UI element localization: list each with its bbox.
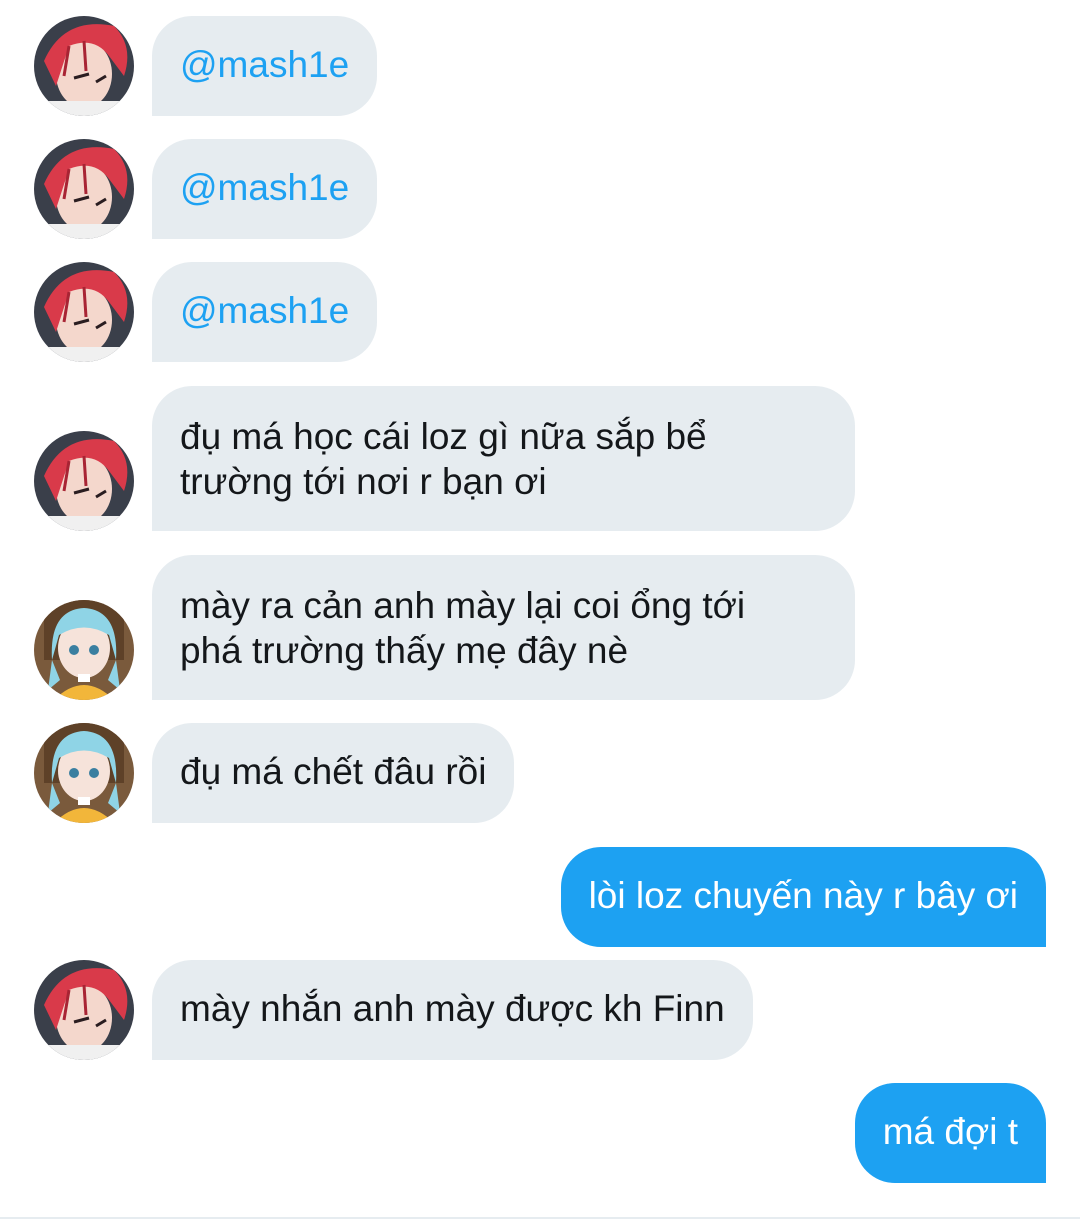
message-bubble[interactable]: @mash1e <box>152 262 378 362</box>
red-hair-avatar[interactable] <box>34 16 134 116</box>
red-hair-avatar[interactable] <box>34 262 134 362</box>
blue-hair-avatar-image <box>34 600 134 700</box>
red-hair-avatar[interactable] <box>34 431 134 531</box>
message-bubble[interactable]: mày nhắn anh mày được kh Finn <box>152 960 753 1060</box>
red-hair-avatar-image <box>34 431 134 531</box>
message-row: má đợi t <box>0 1083 1080 1183</box>
message-bubble-outgoing[interactable]: má đợi t <box>854 1083 1046 1183</box>
message-bubble[interactable]: @mash1e <box>152 16 378 116</box>
message-bubble[interactable]: đụ má học cái loz gì nữa sắp bể trường t… <box>152 386 855 531</box>
red-hair-avatar-image <box>34 139 134 239</box>
blue-hair-avatar[interactable] <box>34 723 134 823</box>
message-bubble-outgoing[interactable]: lòi loz chuyến này r bây ơi <box>560 847 1046 947</box>
message-row: @mash1e <box>0 139 1080 239</box>
message-row: @mash1e <box>0 262 1080 362</box>
message-row: mày nhắn anh mày được kh Finn <box>0 960 1080 1060</box>
message-row: đụ má học cái loz gì nữa sắp bể trường t… <box>0 386 1080 531</box>
blue-hair-avatar[interactable] <box>34 600 134 700</box>
red-hair-avatar[interactable] <box>34 139 134 239</box>
red-hair-avatar-image <box>34 16 134 116</box>
red-hair-avatar-image <box>34 960 134 1060</box>
message-row: mày ra cản anh mày lại coi ổng tới phá t… <box>0 555 1080 700</box>
message-bubble[interactable]: đụ má chết đâu rồi <box>152 723 515 823</box>
red-hair-avatar-image <box>34 262 134 362</box>
red-hair-avatar[interactable] <box>34 960 134 1060</box>
message-row: đụ má chết đâu rồi <box>0 723 1080 823</box>
message-row: lòi loz chuyến này r bây ơi <box>0 847 1080 947</box>
message-bubble[interactable]: @mash1e <box>152 139 378 239</box>
message-row: @mash1e <box>0 16 1080 116</box>
message-bubble[interactable]: mày ra cản anh mày lại coi ổng tới phá t… <box>152 555 855 700</box>
blue-hair-avatar-image <box>34 723 134 823</box>
